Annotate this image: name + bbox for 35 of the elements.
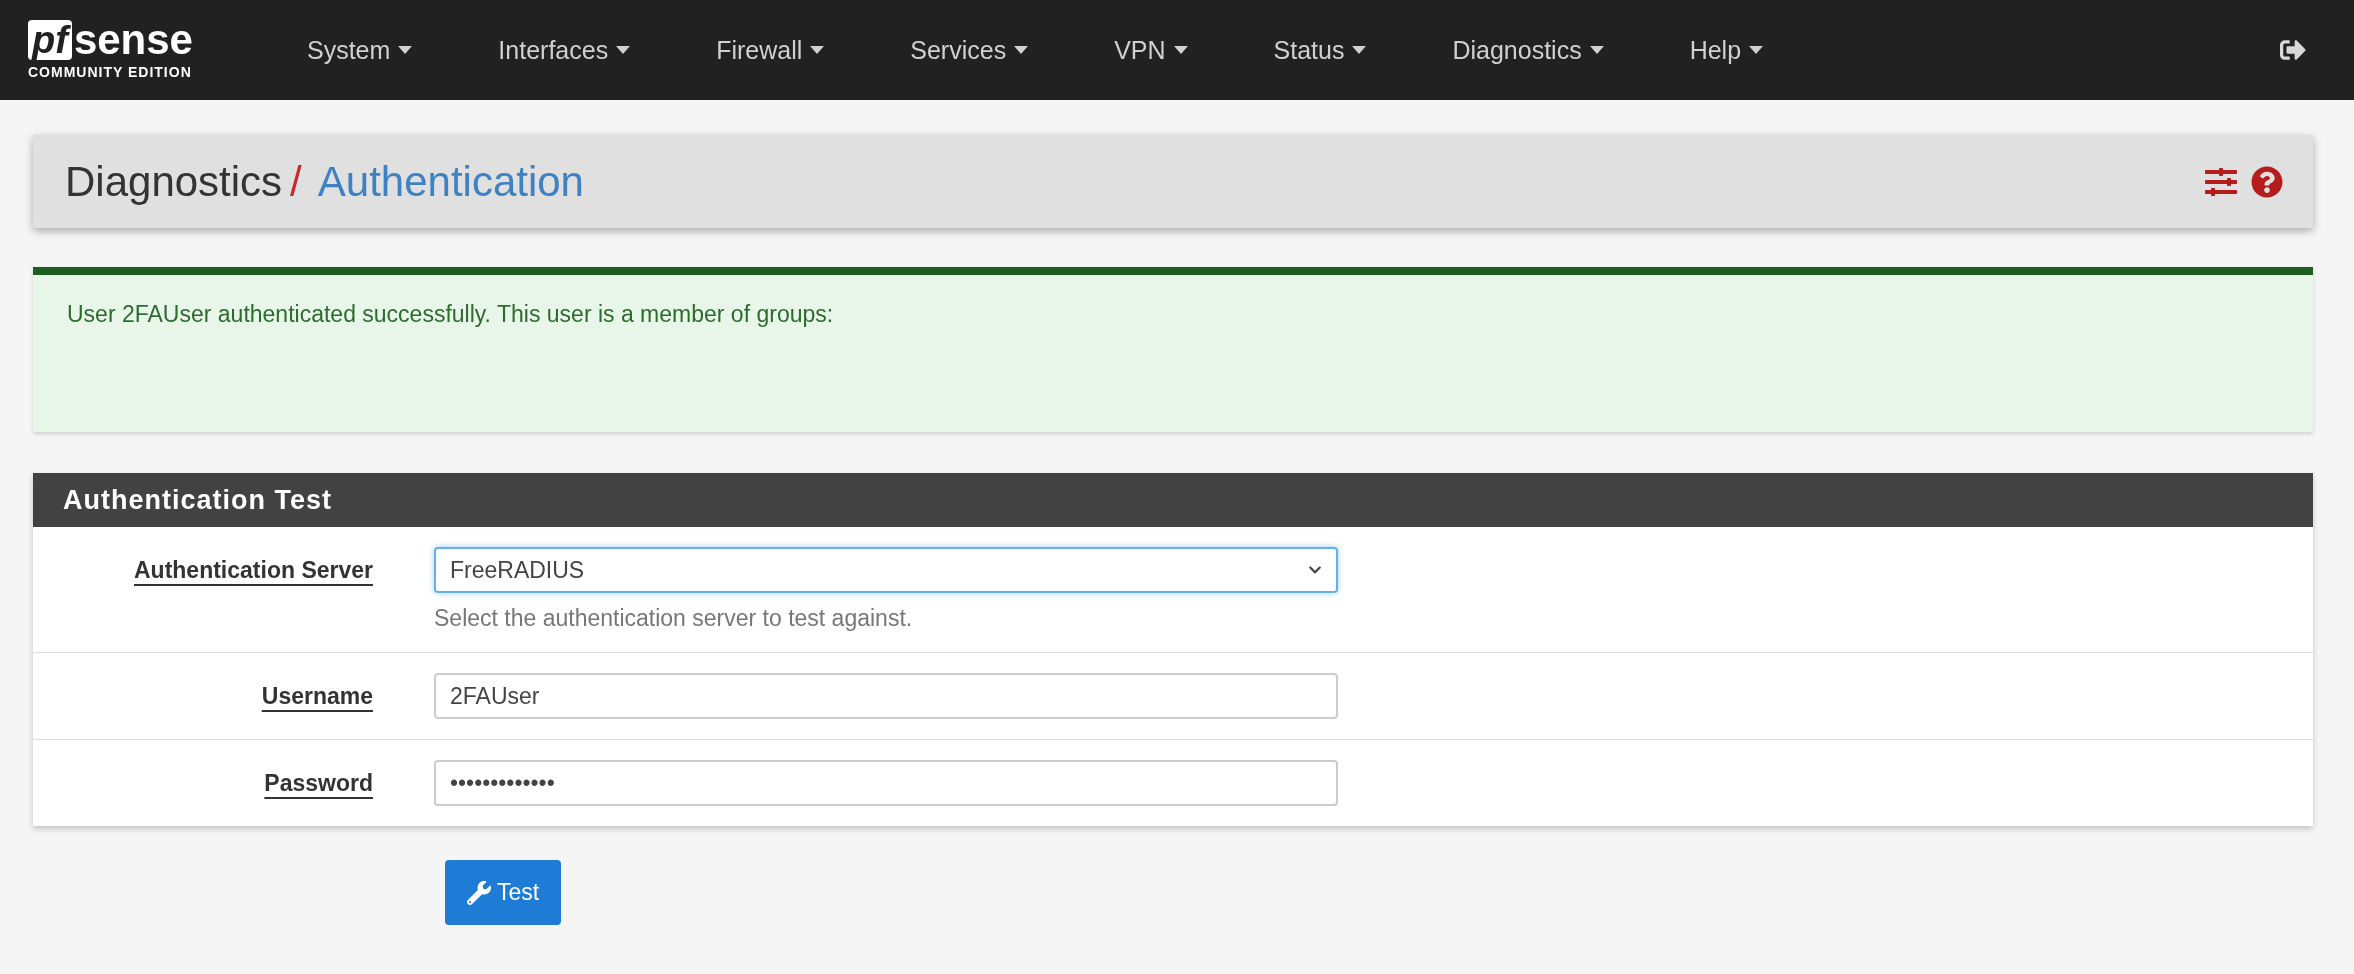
nav-menu[interactable]: System xyxy=(264,35,456,65)
breadcrumb-parent: Diagnostics xyxy=(65,157,283,206)
logo-edition: COMMUNITY EDITION xyxy=(28,64,192,80)
help-icon[interactable] xyxy=(2251,165,2283,198)
sliders-icon[interactable] xyxy=(2205,165,2237,198)
caret-icon xyxy=(1352,46,1367,54)
logo-text: sense xyxy=(73,20,193,60)
panel-title: Authentication Test xyxy=(33,473,2313,527)
help-text: Select the authentication server to test against. xyxy=(434,605,914,632)
alert-message: User 2FAUser authenticated successfully. This user is a member of groups: xyxy=(67,301,834,327)
server-select[interactable]: FreeRADIUS xyxy=(434,547,1338,593)
nav-menu[interactable]: Diagnostics xyxy=(1409,35,1647,65)
wrench-icon xyxy=(466,880,491,905)
test-button[interactable]: Test xyxy=(445,860,561,925)
caret-icon xyxy=(1749,46,1764,54)
field-label: Password xyxy=(263,769,373,798)
caret-icon xyxy=(1173,46,1188,54)
field-label: Authentication Server xyxy=(133,556,373,585)
breadcrumb-separator: / xyxy=(290,157,302,206)
caret-icon xyxy=(1014,46,1029,54)
nav-menu[interactable]: Interfaces xyxy=(455,35,674,65)
input-field[interactable]: ••••••••••••• xyxy=(434,760,1338,806)
nav-menu[interactable]: Status xyxy=(1230,35,1410,65)
caret-icon xyxy=(616,46,631,54)
caret-icon xyxy=(398,46,413,54)
logout-icon[interactable] xyxy=(2280,37,2306,63)
nav-menu[interactable]: Help xyxy=(1646,35,1807,65)
input-field[interactable]: 2FAUser xyxy=(434,673,1338,719)
field-label: Username xyxy=(260,682,373,711)
nav-menu[interactable]: Services xyxy=(867,35,1072,65)
caret-icon xyxy=(810,46,825,54)
logo-mark: pf xyxy=(28,20,72,60)
nav-menu[interactable]: Firewall xyxy=(673,35,868,65)
caret-icon xyxy=(1589,46,1604,54)
nav-menu[interactable]: VPN xyxy=(1071,35,1231,65)
